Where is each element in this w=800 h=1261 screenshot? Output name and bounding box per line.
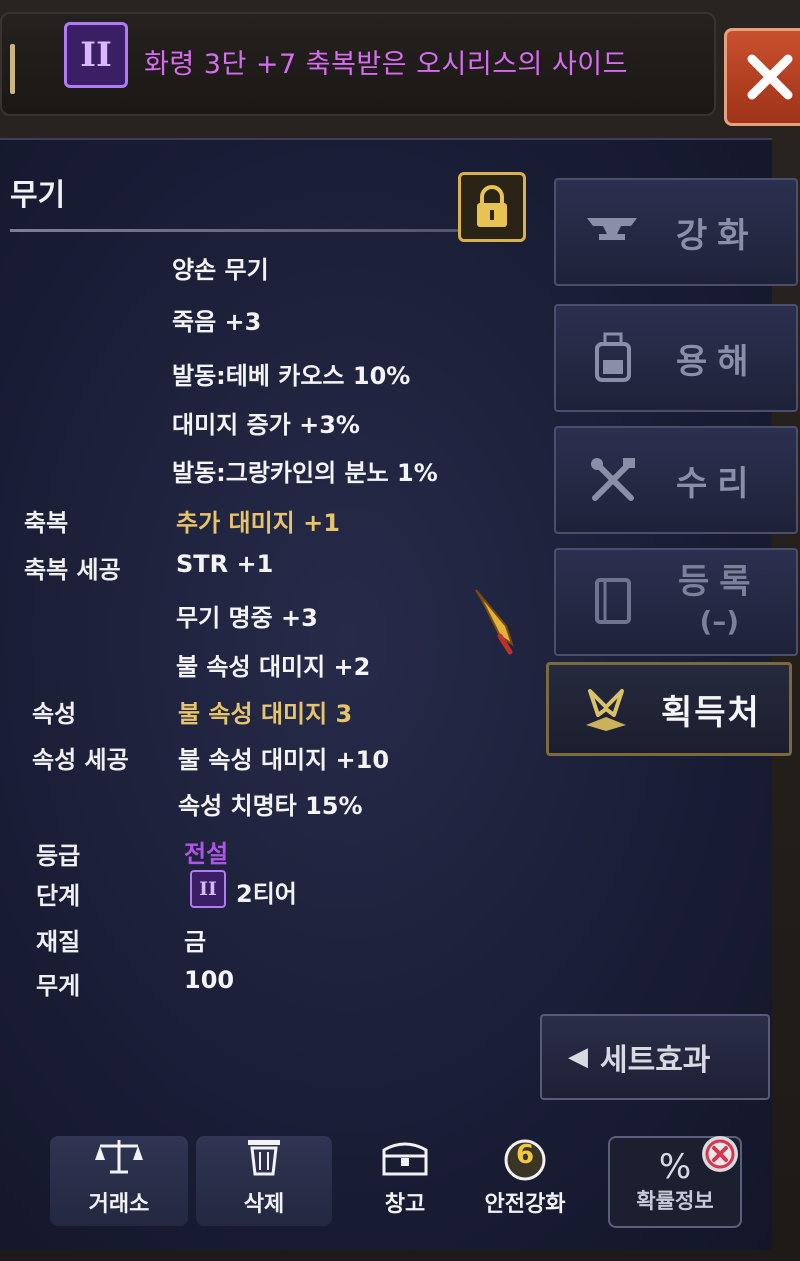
section-title: 무기 [10, 178, 66, 213]
weight-value: 100 [184, 966, 235, 994]
set-effect-label: 세트효과 [600, 1043, 711, 1078]
stat-line: 대미지 증가 +3% [172, 411, 360, 439]
stat-line: 발동:테베 카오스 10% [172, 362, 411, 390]
blessing-value: 추가 대미지 +1 [176, 509, 340, 537]
weight-label: 무게 [36, 972, 81, 1000]
register-label: 등록 [678, 562, 761, 602]
triangle-left-icon: ◀ [568, 1042, 588, 1072]
attribute-label: 속성 [32, 700, 77, 728]
enhance-label: 강화 [676, 215, 759, 256]
anvil-icon [578, 197, 648, 267]
repair-label: 수리 [676, 463, 759, 504]
scale-icon [94, 1136, 144, 1182]
blessing-craft-value: STR +1 [176, 550, 274, 578]
safe-enhance-label: 안전강화 [484, 1192, 566, 1217]
tier-badge: II [64, 22, 128, 88]
safe-enhance-button[interactable]: 6 안전강화 [466, 1136, 584, 1226]
delete-button[interactable]: 삭제 [196, 1136, 332, 1226]
close-button[interactable] [724, 28, 800, 126]
set-effect-button[interactable]: ◀ 세트효과 [540, 1014, 770, 1100]
repair-button[interactable]: 수리 [554, 426, 798, 534]
storage-button[interactable]: 창고 [360, 1136, 450, 1226]
safe-enhance-count: 6 [515, 1140, 535, 1170]
sword-cursor-icon [470, 586, 522, 662]
delete-label: 삭제 [243, 1192, 285, 1217]
dissolve-label: 용해 [676, 341, 759, 382]
attribute-craft-label: 속성 세공 [32, 746, 129, 774]
blessing-label: 축복 [24, 509, 69, 537]
safe-enhance-icon: 6 [501, 1138, 549, 1182]
material-value: 금 [184, 928, 207, 956]
blessing-craft-value: 불 속성 대미지 +2 [176, 653, 371, 681]
book-icon [578, 567, 648, 637]
title-notch [10, 44, 15, 94]
item-name: 화령 3단 +7 축복받은 오시리스의 사이드 [144, 49, 628, 80]
weapon-type: 양손 무기 [172, 256, 269, 284]
padlock-icon [477, 185, 507, 227]
trash-icon [246, 1136, 282, 1182]
percent-icon: % [658, 1147, 692, 1187]
potion-icon [578, 323, 648, 393]
blessing-craft-label: 축복 세공 [24, 556, 121, 584]
tier-value: 2티어 [236, 880, 297, 908]
storage-label: 창고 [384, 1192, 426, 1217]
source-label: 획득처 [661, 692, 761, 733]
close-icon [747, 54, 793, 100]
attribute-craft-value: 속성 치명타 15% [178, 792, 363, 820]
stat-line: 죽음 +3 [172, 308, 262, 336]
exchange-button[interactable]: 거래소 [50, 1136, 188, 1226]
grade-value: 전설 [184, 840, 229, 868]
tier-badge-small: II [190, 870, 226, 908]
source-button[interactable]: 획득처 [546, 662, 792, 756]
blessing-craft-value: 무기 명중 +3 [176, 604, 318, 632]
probability-info-label: 확률정보 [636, 1189, 714, 1213]
enhance-button[interactable]: 강화 [554, 178, 798, 286]
tools-icon [578, 445, 648, 515]
marker-icon [571, 674, 641, 744]
exchange-label: 거래소 [88, 1192, 150, 1217]
register-sub-label: (–) [699, 605, 740, 638]
lock-icon[interactable] [458, 172, 526, 242]
chest-icon [380, 1136, 430, 1182]
material-label: 재질 [36, 928, 81, 956]
section-divider [10, 229, 522, 232]
tier-label: 단계 [36, 882, 81, 910]
close-badge-icon[interactable] [702, 1136, 738, 1172]
grade-label: 등급 [36, 842, 81, 870]
dissolve-button[interactable]: 용해 [554, 304, 798, 412]
register-button[interactable]: 등록 (–) [554, 548, 798, 656]
attribute-value: 불 속성 대미지 3 [178, 700, 353, 728]
attribute-craft-value: 불 속성 대미지 +10 [178, 746, 390, 774]
stat-line: 발동:그랑카인의 분노 1% [172, 459, 438, 487]
